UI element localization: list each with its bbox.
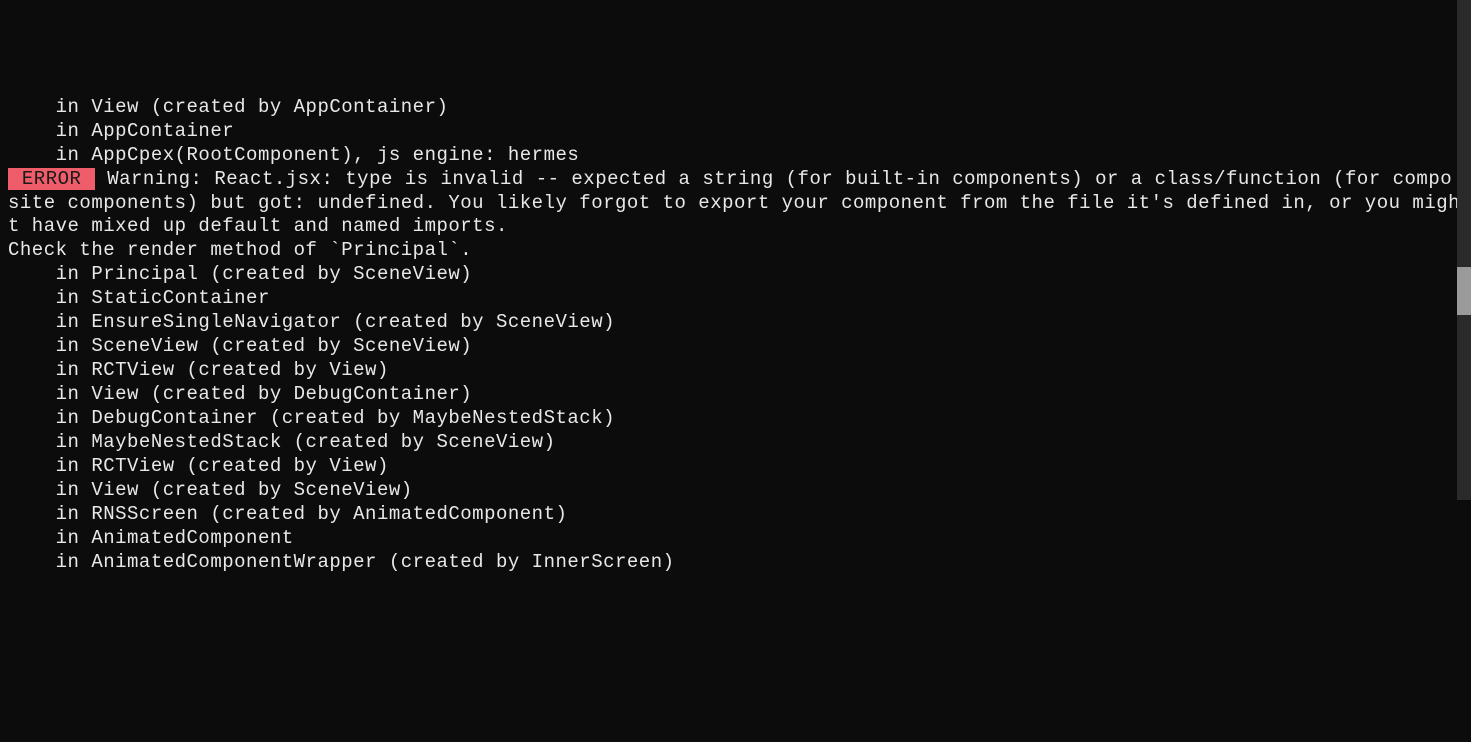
stack-trace-line: in AnimatedComponent xyxy=(8,527,1463,551)
stack-trace-line: in EnsureSingleNavigator (created by Sce… xyxy=(8,311,1463,335)
stack-trace-line: in RNSScreen (created by AnimatedCompone… xyxy=(8,503,1463,527)
stack-trace-line: in AppCpex(RootComponent), js engine: he… xyxy=(8,144,1463,168)
stack-trace-line: in RCTView (created by View) xyxy=(8,359,1463,383)
stack-trace-line: in StaticContainer xyxy=(8,287,1463,311)
error-line: ERROR Warning: React.jsx: type is invali… xyxy=(8,168,1460,238)
stack-trace-line: in SceneView (created by SceneView) xyxy=(8,335,1463,359)
stack-trace-line: in AnimatedComponentWrapper (created by … xyxy=(8,551,1463,575)
error-badge: ERROR xyxy=(8,168,95,190)
stack-trace-line: in View (created by DebugContainer) xyxy=(8,383,1463,407)
error-message: Warning: React.jsx: type is invalid -- e… xyxy=(8,168,1460,238)
stack-trace-line: in View (created by AppContainer) xyxy=(8,96,1463,120)
scrollbar-thumb[interactable] xyxy=(1457,267,1471,315)
stack-trace-line: in DebugContainer (created by MaybeNeste… xyxy=(8,407,1463,431)
scrollbar-track[interactable] xyxy=(1457,0,1471,500)
stack-trace-line: in RCTView (created by View) xyxy=(8,455,1463,479)
check-render-line: Check the render method of `Principal`. xyxy=(8,239,1463,263)
stack-trace-line: in View (created by SceneView) xyxy=(8,479,1463,503)
stack-trace-line: in Principal (created by SceneView) xyxy=(8,263,1463,287)
stack-trace-line: in MaybeNestedStack (created by SceneVie… xyxy=(8,431,1463,455)
stack-trace-line: in AppContainer xyxy=(8,120,1463,144)
terminal-output: in View (created by AppContainer) in App… xyxy=(0,96,1471,575)
